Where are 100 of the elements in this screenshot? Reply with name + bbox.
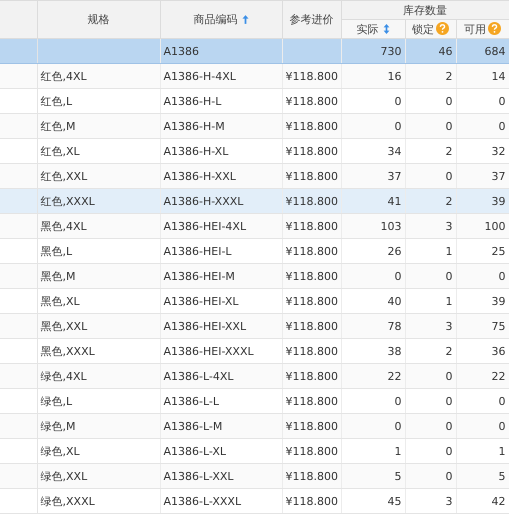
- help-icon[interactable]: [436, 22, 449, 34]
- table-cell: 3: [446, 220, 452, 232]
- column-header[interactable]: 可用: [456, 20, 509, 38]
- table-cell: 5: [498, 470, 506, 482]
- table-cell: 2: [446, 70, 452, 82]
- table-cell: A1386-HEI-L: [164, 244, 232, 258]
- table-cell: 39: [492, 294, 506, 308]
- table-cell: A1386-H-XL: [164, 144, 228, 158]
- table-cell: ¥118.800: [286, 294, 338, 308]
- table-cell: 25: [492, 244, 506, 258]
- table-cell: 39: [492, 194, 506, 208]
- table-cell: ¥118.800: [286, 420, 338, 432]
- table-cell: 34: [388, 144, 402, 158]
- table-cell: 0: [446, 370, 452, 382]
- table-cell: 730: [380, 44, 402, 58]
- table-cell: 45: [388, 494, 402, 508]
- table-cell: ¥118.800: [286, 344, 338, 358]
- table-cell: 46: [438, 44, 452, 58]
- table-cell: ¥118.800: [286, 94, 338, 108]
- table-cell: 78: [388, 320, 402, 332]
- table-cell: A1386-L-M: [164, 420, 222, 432]
- table-cell: 0: [394, 394, 402, 408]
- table-cell: 黑色,XXL: [40, 320, 88, 332]
- table-cell: 75: [492, 320, 506, 332]
- table-cell: 1: [394, 444, 402, 458]
- table-cell: A1386-H-M: [164, 120, 225, 132]
- table-cell: 0: [446, 470, 452, 482]
- table-cell: ¥118.800: [286, 444, 338, 458]
- table-cell: ¥118.800: [286, 244, 338, 258]
- table-cell: A1386-H-L: [164, 94, 222, 108]
- table-cell: 5: [394, 470, 402, 482]
- table-cell: A1386-HEI-XL: [164, 294, 239, 308]
- table-cell: ¥118.800: [286, 70, 338, 82]
- table-cell: 1: [446, 294, 452, 308]
- table-cell: 32: [492, 144, 506, 158]
- column-header[interactable]: 实际: [341, 20, 405, 38]
- table-cell: ¥118.800: [286, 320, 338, 332]
- table-cell: 0: [446, 170, 452, 182]
- table-cell: 绿色,4XL: [40, 370, 87, 382]
- table-cell: 红色,4XL: [40, 70, 87, 82]
- table-cell: 0: [498, 420, 506, 432]
- table-cell: 16: [388, 70, 402, 82]
- table-cell: 1: [446, 244, 452, 258]
- table-cell: 2: [446, 194, 452, 208]
- table-cell: 37: [388, 170, 402, 182]
- table-cell: 0: [446, 94, 452, 108]
- table-cell: 26: [388, 244, 402, 258]
- table-cell: ¥118.800: [286, 120, 338, 132]
- column-group-header: 库存数量: [341, 0, 509, 20]
- table-cell: 1: [498, 444, 506, 458]
- table-cell: ¥118.800: [286, 370, 338, 382]
- table-cell: 黑色,L: [40, 244, 72, 258]
- table-cell: 0: [498, 394, 506, 408]
- table-cell: 绿色,L: [40, 394, 72, 408]
- table-cell: A1386-L-L: [164, 394, 220, 408]
- table-cell: A1386-H-XXXL: [164, 194, 244, 208]
- table-cell: ¥118.800: [286, 170, 338, 182]
- table-cell: 22: [492, 370, 506, 382]
- help-icon[interactable]: [488, 22, 501, 34]
- table-row[interactable]: A1386 730 46 684: [0, 38, 509, 64]
- sort-up-icon: [242, 15, 248, 24]
- table-cell: 36: [492, 344, 506, 358]
- table-cell: 黑色,XXXL: [40, 344, 95, 358]
- table-cell: A1386-L-XL: [164, 444, 226, 458]
- column-header[interactable]: 规格: [37, 0, 160, 38]
- table-cell: 绿色,M: [40, 420, 76, 432]
- table-cell: 41: [388, 194, 402, 208]
- table-cell: A1386: [164, 44, 200, 58]
- table-cell: 红色,M: [40, 120, 76, 132]
- table-cell: 0: [498, 94, 506, 108]
- table-cell: 0: [446, 420, 452, 432]
- table-cell: 22: [388, 370, 402, 382]
- table-cell: ¥118.800: [286, 494, 338, 508]
- table-cell: ¥118.800: [286, 194, 338, 208]
- table-cell: A1386-HEI-4XL: [164, 220, 246, 232]
- column-header[interactable]: 商品编码: [160, 0, 282, 38]
- table-cell: 黑色,XL: [40, 294, 80, 308]
- table-cell: A1386-HEI-M: [164, 270, 235, 282]
- column-header[interactable]: 参考进价: [282, 0, 341, 38]
- table-cell: 100: [484, 220, 506, 232]
- column-header[interactable]: 锁定: [405, 20, 456, 38]
- table-cell: 0: [446, 120, 452, 132]
- table-cell: 14: [492, 70, 506, 82]
- table-cell: ¥118.800: [286, 220, 338, 232]
- table-cell: 0: [498, 120, 506, 132]
- table-cell: A1386-L-4XL: [164, 370, 234, 382]
- table-cell: 0: [394, 120, 402, 132]
- table-cell: 103: [380, 220, 402, 232]
- table-cell: A1386-HEI-XXL: [164, 320, 246, 332]
- table-cell: 0: [446, 444, 452, 458]
- table-cell: A1386-L-XXXL: [164, 494, 242, 508]
- table-cell: A1386-HEI-XXXL: [164, 344, 254, 358]
- header-cell: [0, 0, 37, 38]
- table-cell: ¥118.800: [286, 394, 338, 408]
- table-cell: 0: [446, 270, 452, 282]
- table-cell: 黑色,M: [40, 270, 76, 282]
- table-row[interactable]: 红色,XXXL A1386-H-XXXL ¥118.800 41 2 39: [0, 188, 509, 214]
- table-cell: 绿色,XXL: [40, 470, 88, 482]
- table-cell: 红色,XXXL: [40, 194, 95, 208]
- table-cell: 37: [492, 170, 506, 182]
